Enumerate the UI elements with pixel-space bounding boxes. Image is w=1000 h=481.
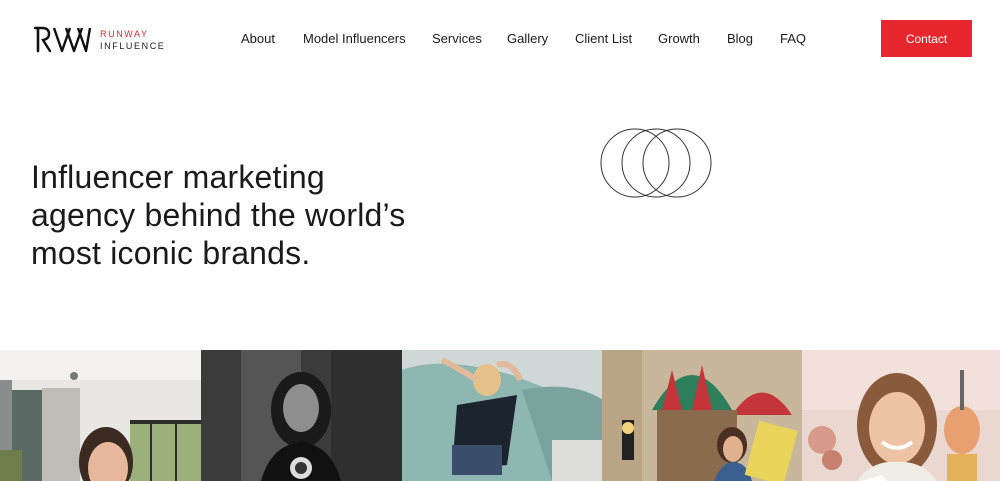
gallery-image-3[interactable] [401,350,603,481]
nav-about[interactable]: About [241,31,275,47]
contact-button[interactable]: Contact [881,20,972,57]
main-nav: About Model Influencers Services Gallery… [0,31,1000,49]
nav-services[interactable]: Services [432,31,482,47]
nav-blog[interactable]: Blog [727,31,753,47]
woman-sofa-photo [401,350,603,481]
nav-gallery[interactable]: Gallery [507,31,548,47]
woman-indoor-photo [0,350,201,481]
gallery-image-2[interactable] [200,350,402,481]
nav-growth[interactable]: Growth [658,31,700,47]
nav-client-list[interactable]: Client List [575,31,632,47]
hero-headline-line2: agency behind the world’s [31,197,406,233]
photo-gallery-strip [0,350,1000,481]
hero-headline-line1: Influencer marketing [31,159,325,195]
gallery-image-4[interactable] [602,350,803,481]
woman-bw-photo [200,350,402,481]
nav-model-influencers[interactable]: Model Influencers [303,31,406,47]
gallery-image-1[interactable] [0,350,201,481]
woman-festival-photo [802,350,1000,481]
gallery-image-5[interactable] [802,350,1000,481]
nav-faq[interactable]: FAQ [780,31,806,47]
site-header: RUNWAY INFLUENCE About Model Influencers… [0,0,1000,78]
hero-headline: Influencer marketing agency behind the w… [31,158,471,272]
hero-headline-line3: most iconic brands. [31,235,311,271]
woman-street-photo [602,350,803,481]
interlocking-circles-icon [600,128,712,198]
